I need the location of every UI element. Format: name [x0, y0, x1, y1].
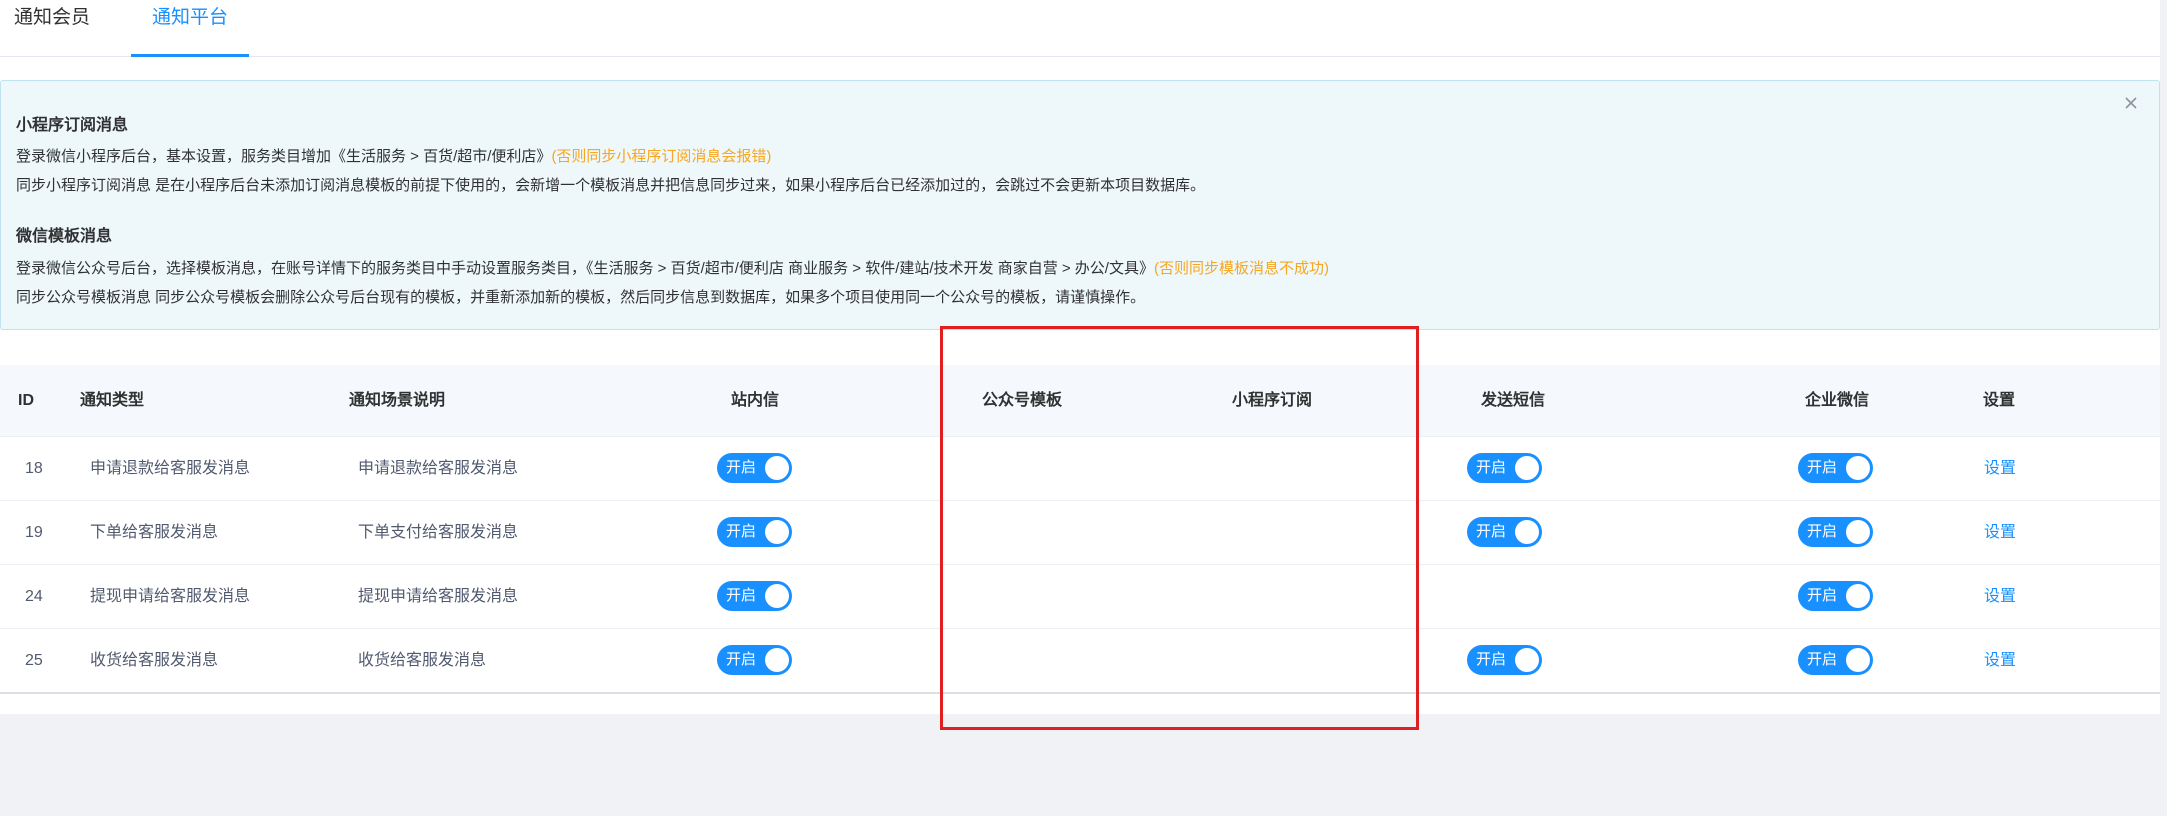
cell-type: 收货给客服发消息: [90, 652, 219, 669]
settings-link[interactable]: 设置: [1984, 565, 2016, 629]
cell-id: 18: [25, 460, 43, 477]
switch-knob: [765, 520, 789, 544]
header-type: 通知类型: [80, 392, 145, 409]
wechat-template-instructions: 登录微信公众号后台，选择模板消息，在账号详情下的服务类目中手动设置服务类目，《生…: [16, 257, 1329, 278]
header-site: 站内信: [731, 392, 780, 409]
switch-knob: [1846, 584, 1870, 608]
tab-notify-members[interactable]: 通知会员: [14, 0, 90, 57]
mini-program-instructions-text: 登录微信小程序后台，基本设置，服务类目增加《生活服务 > 百货/超市/便利店》: [16, 148, 552, 165]
switch-knob: [765, 456, 789, 480]
cell-id: 25: [25, 652, 43, 669]
sms-switch[interactable]: 开启: [1467, 453, 1542, 483]
header-id: ID: [18, 392, 34, 409]
settings-link[interactable]: 设置: [1984, 501, 2016, 565]
switch-label: 开启: [1807, 523, 1838, 540]
cell-type: 申请退款给客服发消息: [90, 460, 251, 477]
cell-type: 提现申请给客服发消息: [90, 588, 251, 605]
switch-label: 开启: [726, 523, 757, 540]
switch-knob: [765, 648, 789, 672]
wechat-template-warning: (否则同步模板消息不成功): [1153, 260, 1329, 277]
work-wechat-switch[interactable]: 开启: [1798, 581, 1873, 611]
active-tab-indicator: [131, 54, 249, 57]
switch-label: 开启: [726, 651, 757, 668]
work-wechat-switch[interactable]: 开启: [1798, 645, 1873, 675]
mini-program-instructions: 登录微信小程序后台，基本设置，服务类目增加《生活服务 > 百货/超市/便利店》(…: [16, 145, 771, 166]
cell-scene: 下单支付给客服发消息: [358, 524, 519, 541]
tab-bar: 通知会员 通知平台: [0, 0, 2160, 57]
site-message-switch[interactable]: 开启: [717, 645, 792, 675]
sms-switch[interactable]: 开启: [1467, 517, 1542, 547]
table-row: 18 申请退款给客服发消息 申请退款给客服发消息 开启 开启 开启 设置: [0, 437, 2160, 501]
header-sms: 发送短信: [1481, 392, 1546, 409]
close-icon[interactable]: [2119, 91, 2143, 115]
work-wechat-switch[interactable]: 开启: [1798, 453, 1873, 483]
wechat-template-instructions-text: 登录微信公众号后台，选择模板消息，在账号详情下的服务类目中手动设置服务类目，《生…: [16, 260, 1154, 277]
cell-scene: 收货给客服发消息: [358, 652, 487, 669]
header-mini-subscribe: 小程序订阅: [1232, 392, 1313, 409]
site-message-switch[interactable]: 开启: [717, 517, 792, 547]
cell-id: 19: [25, 524, 43, 541]
switch-knob: [1515, 648, 1539, 672]
mini-program-sync-note: 同步小程序订阅消息 是在小程序后台未添加订阅消息模板的前提下使用的，会新增一个模…: [16, 177, 1206, 194]
switch-knob: [1515, 456, 1539, 480]
switch-knob: [1846, 648, 1870, 672]
settings-link[interactable]: 设置: [1984, 437, 2016, 501]
switch-label: 开启: [1476, 651, 1507, 668]
cell-scene: 申请退款给客服发消息: [358, 460, 519, 477]
switch-label: 开启: [1476, 523, 1507, 540]
switch-label: 开启: [726, 587, 757, 604]
settings-link[interactable]: 设置: [1984, 629, 2016, 693]
info-alert: 小程序订阅消息 登录微信小程序后台，基本设置，服务类目增加《生活服务 > 百货/…: [0, 80, 2160, 330]
table-bottom-border: [0, 692, 2160, 694]
cell-id: 24: [25, 588, 43, 605]
switch-label: 开启: [726, 459, 757, 476]
switch-label: 开启: [1476, 459, 1507, 476]
page-content: 通知会员 通知平台 小程序订阅消息 登录微信小程序后台，基本设置，服务类目增加《…: [0, 0, 2160, 714]
site-message-switch[interactable]: 开启: [717, 453, 792, 483]
table-row: 19 下单给客服发消息 下单支付给客服发消息 开启 开启 开启 设置: [0, 501, 2160, 565]
header-settings: 设置: [1983, 392, 2016, 409]
wechat-template-sync-note: 同步公众号模板消息 同步公众号模板会删除公众号后台现有的模板，并重新添加新的模板…: [16, 289, 1146, 306]
switch-knob: [1846, 520, 1870, 544]
mini-program-warning: (否则同步小程序订阅消息会报错): [551, 148, 772, 165]
switch-knob: [765, 584, 789, 608]
wechat-template-title: 微信模板消息: [16, 228, 113, 245]
cell-type: 下单给客服发消息: [90, 524, 219, 541]
table-row: 25 收货给客服发消息 收货给客服发消息 开启 开启 开启 设置: [0, 629, 2160, 693]
table-row: 24 提现申请给客服发消息 提现申请给客服发消息 开启 开启 设置: [0, 565, 2160, 629]
table-header: ID 通知类型 通知场景说明 站内信 公众号模板 小程序订阅 发送短信 企业微信…: [0, 365, 2160, 437]
mini-program-subscribe-title: 小程序订阅消息: [16, 117, 129, 134]
work-wechat-switch[interactable]: 开启: [1798, 517, 1873, 547]
sms-switch[interactable]: 开启: [1467, 645, 1542, 675]
site-message-switch[interactable]: 开启: [717, 581, 792, 611]
header-work-wechat: 企业微信: [1805, 392, 1870, 409]
header-scene: 通知场景说明: [349, 392, 446, 409]
switch-label: 开启: [1807, 587, 1838, 604]
cell-scene: 提现申请给客服发消息: [358, 588, 519, 605]
switch-label: 开启: [1807, 459, 1838, 476]
tab-notify-platform[interactable]: 通知平台: [131, 0, 249, 57]
switch-label: 开启: [1807, 651, 1838, 668]
switch-knob: [1846, 456, 1870, 480]
switch-knob: [1515, 520, 1539, 544]
header-mp-template: 公众号模板: [982, 392, 1063, 409]
